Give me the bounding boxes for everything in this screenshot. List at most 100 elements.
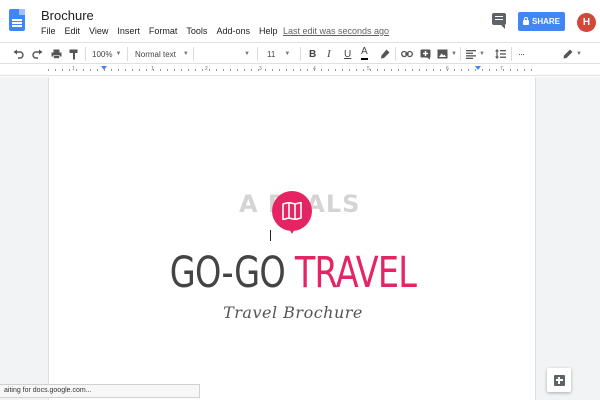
ruler-number: 1 xyxy=(72,66,75,72)
ruler-tick xyxy=(391,69,392,71)
print-icon[interactable] xyxy=(51,47,62,61)
toolbar: 100% ▼ Normal text ▼ ▼ 11 ▼ B I U A ▼ ▼ … xyxy=(0,42,600,64)
ruler-tick xyxy=(111,69,112,71)
ruler-tick xyxy=(125,69,126,71)
ruler-tick xyxy=(83,69,84,71)
chevron-down-icon: ▼ xyxy=(479,51,485,57)
subtitle: Travel Brochure xyxy=(223,303,363,322)
explore-button[interactable] xyxy=(547,368,571,392)
line-spacing-icon[interactable] xyxy=(495,47,506,61)
zoom-select[interactable]: 100% ▼ xyxy=(92,47,121,61)
font-size-select[interactable]: 11 ▼ xyxy=(267,47,290,61)
menu-insert[interactable]: Insert xyxy=(117,26,149,36)
ruler-tick xyxy=(167,69,168,71)
insert-image-icon[interactable]: ▼ xyxy=(437,47,457,61)
ruler-tick xyxy=(475,69,476,71)
ruler-tick xyxy=(293,69,294,71)
ruler-tick xyxy=(503,69,504,71)
ruler-tick xyxy=(461,69,462,71)
menu-view[interactable]: View xyxy=(89,26,117,36)
ruler-tick xyxy=(363,69,364,71)
ruler-tick xyxy=(90,69,91,71)
style-select[interactable]: Normal text ▼ xyxy=(135,47,189,61)
insert-comment-icon[interactable] xyxy=(420,47,431,61)
lock-icon xyxy=(522,17,529,25)
ruler-tick xyxy=(377,69,378,71)
ruler-tick xyxy=(216,69,217,71)
ruler-tick xyxy=(104,69,105,71)
ruler-tick xyxy=(524,69,525,71)
ruler-tick xyxy=(209,69,210,71)
ruler-tick xyxy=(433,69,434,71)
map-pin-logo[interactable] xyxy=(272,191,312,234)
undo-icon[interactable] xyxy=(13,47,24,61)
ruler-tick xyxy=(349,69,350,71)
style-value: Normal text xyxy=(135,49,176,59)
status-bar: aiting for docs.google.com... xyxy=(0,384,200,398)
redo-icon[interactable] xyxy=(32,47,43,61)
ruler-tick xyxy=(244,69,245,71)
font-select[interactable]: ▼ xyxy=(195,47,250,61)
text-color-button[interactable]: A xyxy=(361,46,368,60)
ruler-tick xyxy=(195,69,196,71)
ruler[interactable]: 1 1 2 3 4 5 6 7 xyxy=(0,64,600,76)
ruler-tick xyxy=(426,69,427,71)
ruler-tick xyxy=(237,69,238,71)
avatar[interactable]: H xyxy=(577,13,596,32)
ruler-tick xyxy=(314,69,315,71)
bold-button[interactable]: B xyxy=(309,47,316,61)
ruler-tick xyxy=(279,69,280,71)
comments-icon[interactable] xyxy=(492,13,506,29)
ruler-tick xyxy=(69,69,70,71)
ruler-tick xyxy=(286,69,287,71)
ruler-tick xyxy=(412,69,413,71)
menu-bar: File Edit View Insert Format Tools Add-o… xyxy=(41,26,286,36)
ruler-tick xyxy=(454,69,455,71)
link-icon[interactable] xyxy=(401,47,413,61)
editing-mode-pen-icon[interactable]: ▼ xyxy=(563,47,582,61)
paint-format-icon[interactable] xyxy=(69,47,79,61)
font-size-value: 11 xyxy=(267,49,276,59)
ruler-tick xyxy=(76,69,77,71)
docs-logo-icon[interactable] xyxy=(9,9,25,31)
document-page[interactable]: A PUALS GO-GO TRAVEL Travel Brochure xyxy=(48,77,536,400)
document-title[interactable]: Brochure xyxy=(41,8,94,23)
italic-button[interactable]: I xyxy=(327,47,331,61)
ruler-tick xyxy=(335,69,336,71)
ruler-tick xyxy=(181,69,182,71)
menu-file[interactable]: File xyxy=(41,26,65,36)
ruler-tick xyxy=(160,69,161,71)
ruler-tick xyxy=(272,69,273,71)
highlight-pen-icon[interactable] xyxy=(380,47,390,61)
ruler-number: 2 xyxy=(205,66,208,72)
last-edit-link[interactable]: Last edit was seconds ago xyxy=(283,26,389,36)
ruler-tick xyxy=(482,69,483,71)
chevron-down-icon: ▼ xyxy=(115,51,122,57)
chevron-down-icon: ▼ xyxy=(576,51,582,57)
underline-button[interactable]: U xyxy=(344,47,351,61)
text-cursor xyxy=(270,230,271,241)
ruler-tick xyxy=(370,69,371,71)
ruler-tick xyxy=(188,69,189,71)
share-button[interactable]: SHARE xyxy=(518,12,565,31)
ruler-tick xyxy=(265,69,266,71)
ruler-tick xyxy=(153,69,154,71)
ruler-tick xyxy=(202,69,203,71)
ruler-tick xyxy=(356,69,357,71)
more-button[interactable]: ··· xyxy=(518,47,525,61)
ruler-tick xyxy=(510,69,511,71)
folded-map-icon xyxy=(282,202,302,220)
ruler-tick xyxy=(146,69,147,71)
menu-edit[interactable]: Edit xyxy=(65,26,90,36)
headline-part-dark: GO-GO xyxy=(169,248,295,298)
ruler-tick xyxy=(489,69,490,71)
menu-addons[interactable]: Add-ons xyxy=(216,26,259,36)
align-icon[interactable]: ▼ xyxy=(466,47,485,61)
menu-format[interactable]: Format xyxy=(149,26,187,36)
ruler-tick xyxy=(342,69,343,71)
chevron-down-icon: ▼ xyxy=(451,51,457,57)
menu-tools[interactable]: Tools xyxy=(186,26,216,36)
ruler-tick xyxy=(384,69,385,71)
zoom-value: 100% xyxy=(92,49,113,59)
ruler-tick xyxy=(97,69,98,71)
